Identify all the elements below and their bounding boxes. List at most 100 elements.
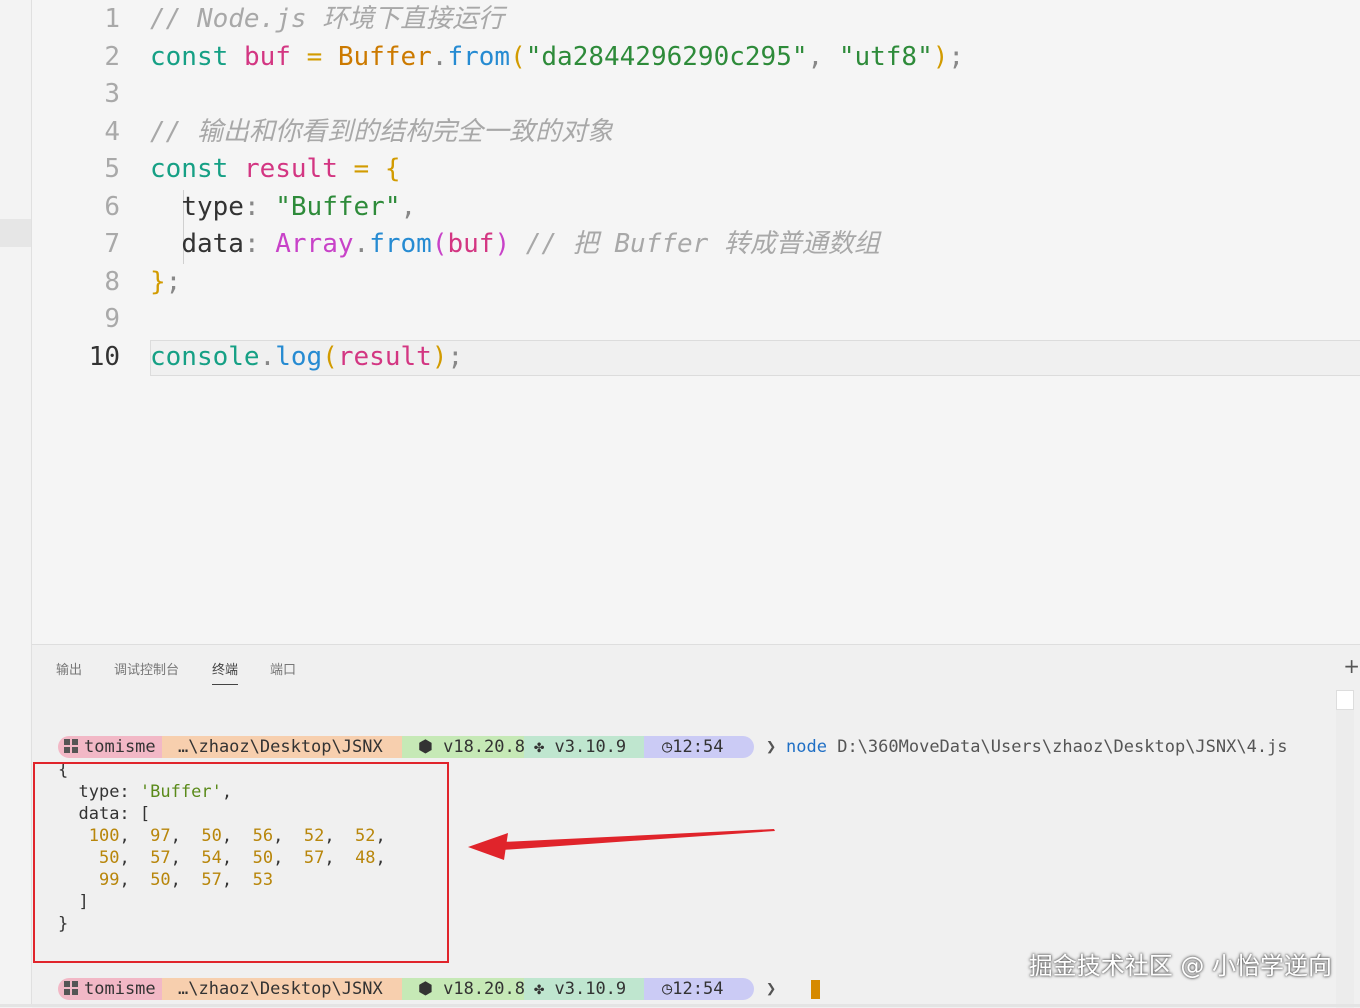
variable: result — [243, 154, 338, 184]
property: type — [181, 192, 244, 222]
variable: buf — [243, 42, 291, 72]
command-args: D:\360MoveData\Users\zhaoz\Desktop\JSNX\… — [837, 737, 1288, 757]
line-number: 2 — [104, 42, 120, 72]
activity-bar — [0, 0, 32, 1007]
keyword: const — [150, 154, 229, 184]
tab-terminal[interactable]: 终端 — [212, 659, 239, 685]
prompt-time: 12:54 — [672, 737, 724, 757]
paren: ( — [322, 342, 338, 372]
prompt-path: …\zhaoz\Desktop\JSNX — [178, 979, 383, 999]
prompt-python-segment: ✤ v3.10.9 — [524, 978, 654, 1000]
prompt-python-segment: ✤ v3.10.9 — [524, 736, 654, 758]
code-line-10[interactable]: console.log(result); — [150, 339, 463, 376]
property: data — [181, 229, 244, 259]
line-number: 5 — [104, 154, 120, 184]
operator: = — [306, 42, 323, 72]
line-number: 8 — [104, 267, 120, 297]
new-terminal-button[interactable]: + — [1343, 654, 1360, 678]
function-name: from — [447, 42, 511, 72]
windows-icon — [64, 981, 78, 995]
object-name: console — [150, 342, 260, 372]
line-number: 7 — [104, 229, 120, 259]
paren: ( — [431, 229, 448, 259]
code-editor[interactable]: 1 2 3 4 5 6 7 8 9 10 // Node.js 环境下直接运行 … — [32, 0, 1360, 644]
class-name: Array — [275, 229, 354, 259]
comment: // Node.js 环境下直接运行 — [150, 4, 505, 34]
comment: // 输出和你看到的结构完全一致的对象 — [150, 117, 613, 147]
annotation-red-box — [33, 762, 449, 963]
code-line-8[interactable]: }; — [150, 264, 181, 301]
string: "da2844296290c295" — [525, 42, 808, 72]
tab-ports[interactable]: 端口 — [270, 659, 296, 678]
punctuation: ; — [948, 42, 965, 72]
node-icon: ⬢ — [418, 979, 433, 999]
operator: = — [353, 154, 370, 184]
class-name: Buffer — [337, 42, 432, 72]
prompt-user: tomisme — [84, 737, 156, 757]
paren: ) — [494, 229, 511, 259]
code-line-5[interactable]: const result = { — [150, 151, 400, 188]
prompt-node-version: v18.20.8 — [443, 979, 525, 999]
clock-icon: ◷ — [662, 979, 673, 999]
code-line-4[interactable]: // 输出和你看到的结构完全一致的对象 — [150, 114, 613, 151]
prompt-node-segment: ⬢ v18.20.8 — [402, 736, 534, 758]
windows-icon — [64, 739, 78, 753]
arrow-shaft — [502, 829, 775, 850]
node-icon: ⬢ — [418, 737, 433, 757]
variable: buf — [447, 229, 495, 259]
line-number: 9 — [104, 304, 120, 334]
line-number: 4 — [104, 117, 120, 147]
arrow-head — [468, 833, 508, 860]
terminal-prompt-current[interactable]: tomisme …\zhaoz\Desktop\JSNX ⬢ v18.20.8 … — [56, 978, 856, 1000]
variable: result — [337, 342, 432, 372]
comment: // 把 Buffer 转成普通数组 — [525, 229, 880, 259]
prompt-node-segment: ⬢ v18.20.8 — [402, 978, 534, 1000]
clock-icon: ◷ — [662, 737, 673, 757]
prompt-chevron: ❯ — [766, 979, 777, 999]
line-number: 3 — [104, 79, 120, 109]
python-icon: ✤ — [534, 979, 545, 999]
line-number-active: 10 — [88, 342, 120, 372]
punctuation: ; — [447, 342, 464, 372]
python-icon: ✤ — [534, 737, 545, 757]
prompt-user: tomisme — [84, 979, 156, 999]
prompt-user-segment: tomisme — [58, 978, 172, 1000]
tab-output[interactable]: 输出 — [56, 659, 82, 678]
code-line-2[interactable]: const buf = Buffer.from("da2844296290c29… — [150, 39, 964, 76]
code-line-6[interactable]: type: "Buffer", — [150, 189, 416, 226]
terminal-prompt: tomisme …\zhaoz\Desktop\JSNX ⬢ v18.20.8 … — [56, 736, 1316, 758]
prompt-user-segment: tomisme — [58, 736, 172, 758]
annotation-arrow — [468, 829, 775, 860]
terminal-command: node D:\360MoveData\Users\zhaoz\Desktop\… — [786, 736, 1288, 758]
prompt-node-version: v18.20.8 — [443, 737, 525, 757]
punctuation: : — [243, 229, 260, 259]
tab-debug-console[interactable]: 调试控制台 — [114, 659, 179, 678]
prompt-python-version: v3.10.9 — [554, 979, 627, 999]
function-name: log — [275, 342, 323, 372]
prompt-time-segment: ◷12:54 — [644, 978, 754, 1000]
prompt-path-segment: …\zhaoz\Desktop\JSNX — [162, 736, 412, 758]
activity-marker — [0, 219, 31, 247]
punctuation: , — [807, 42, 824, 72]
punctuation: . — [431, 42, 448, 72]
prompt-python-version: v3.10.9 — [554, 737, 627, 757]
punctuation: . — [259, 342, 276, 372]
code-line-7[interactable]: data: Array.from(buf) // 把 Buffer 转成普通数组 — [150, 226, 880, 263]
prompt-path-segment: …\zhaoz\Desktop\JSNX — [162, 978, 412, 1000]
brace: { — [384, 154, 401, 184]
prompt-time-segment: ◷12:54 — [644, 736, 754, 758]
function-name: from — [369, 229, 432, 259]
paren: ) — [431, 342, 448, 372]
terminal-scrollbar[interactable] — [1336, 690, 1354, 1008]
prompt-path: …\zhaoz\Desktop\JSNX — [178, 737, 383, 757]
paren: ( — [510, 42, 526, 72]
scrollbar-thumb[interactable] — [1336, 690, 1354, 710]
punctuation: , — [400, 192, 417, 222]
string: "utf8" — [838, 42, 933, 72]
punctuation: : — [243, 192, 260, 222]
code-line-1[interactable]: // Node.js 环境下直接运行 — [150, 1, 504, 38]
prompt-chevron: ❯ — [766, 737, 777, 757]
brace: } — [150, 267, 166, 297]
punctuation: ; — [165, 267, 182, 297]
prompt-time: 12:54 — [672, 979, 724, 999]
